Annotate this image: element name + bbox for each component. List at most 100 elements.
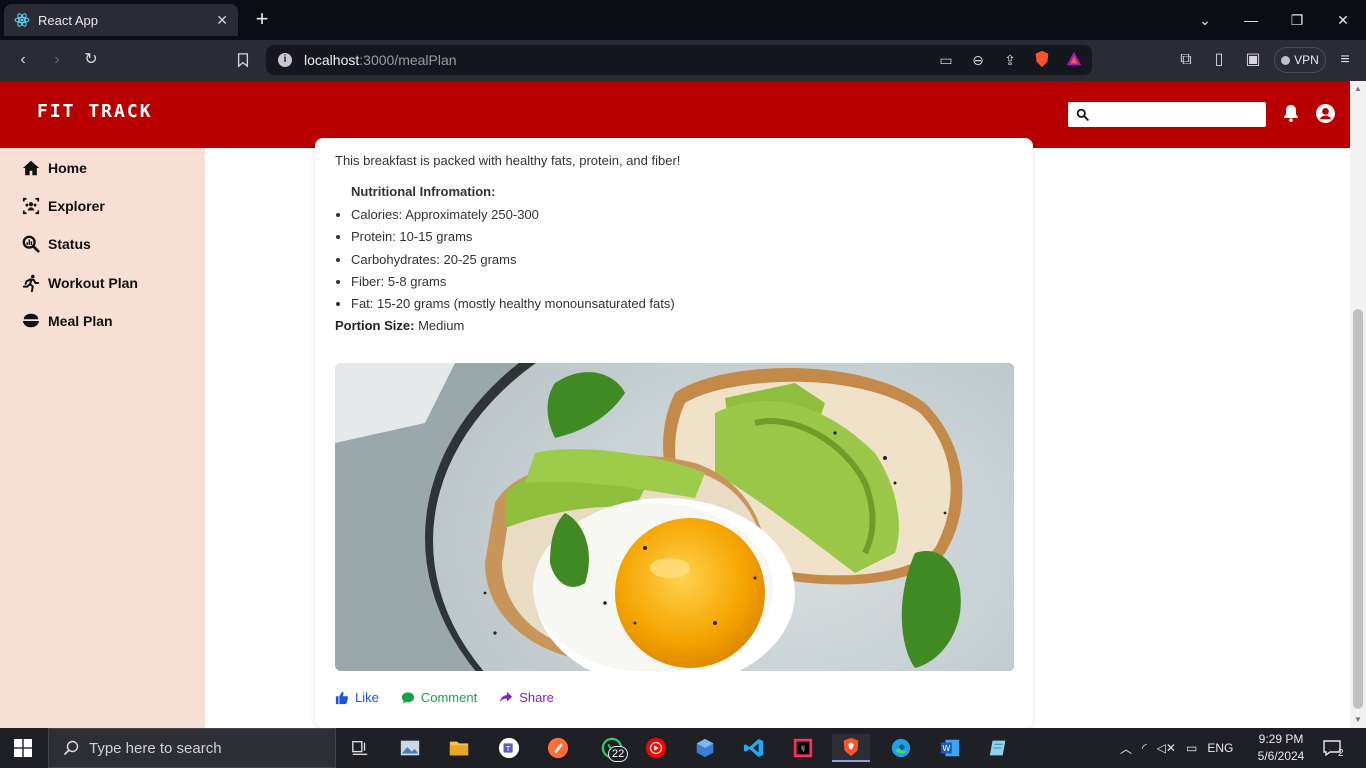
brave-shield-icon[interactable] — [1032, 50, 1052, 70]
browser-toolbar: ‹ › ↻ i localhost:3000/mealPlan ▭ ⊖ ⇪ ⧉ … — [0, 40, 1366, 81]
sidebar-item-home[interactable]: Home — [22, 157, 87, 179]
url-path: :3000/mealPlan — [359, 52, 457, 68]
windows-taskbar: Type here to search T 22 IJ W ︿ ◜ ◁✕ ▭ E… — [0, 728, 1366, 768]
nutrition-item: Fat: 15-20 grams (mostly healthy monouns… — [351, 293, 675, 315]
whatsapp-icon[interactable]: 22 — [592, 734, 632, 762]
forward-button[interactable]: › — [45, 48, 69, 72]
react-logo-icon — [14, 12, 30, 28]
volume-muted-icon[interactable]: ◁✕ — [1157, 741, 1176, 755]
nutrition-item: Fiber: 5-8 grams — [351, 271, 675, 293]
url-host: localhost — [304, 52, 360, 68]
address-bar[interactable]: i localhost:3000/mealPlan ▭ ⊖ ⇪ — [266, 45, 1092, 75]
tab-list-chevron-icon[interactable]: ⌄ — [1193, 8, 1217, 32]
sidebar-item-label: Meal Plan — [48, 313, 113, 329]
bookmark-icon[interactable] — [231, 48, 255, 72]
share-button[interactable]: Share — [499, 690, 554, 705]
word-icon[interactable]: W — [935, 734, 965, 762]
svg-text:T: T — [505, 744, 511, 753]
thumbs-up-icon — [335, 691, 349, 704]
close-tab-icon[interactable]: ✕ — [216, 12, 228, 29]
system-tray: ︿ ◜ ◁✕ ▭ ENG — [1120, 728, 1233, 768]
task-view-icon[interactable] — [345, 734, 375, 762]
user-account-icon[interactable] — [1315, 103, 1337, 125]
sidebar-item-label: Home — [48, 160, 87, 176]
share-icon — [500, 691, 513, 702]
brave-rewards-icon[interactable] — [1064, 50, 1084, 70]
cast-icon[interactable]: ▭ — [936, 50, 956, 70]
nutrition-item: Protein: 10-15 grams — [351, 226, 675, 248]
sidebar: Home Explorer Status Workout Plan Meal P… — [0, 148, 205, 728]
youtube-music-icon[interactable] — [641, 734, 671, 762]
sidebar-item-label: Workout Plan — [48, 275, 138, 291]
intellij-icon[interactable]: IJ — [788, 734, 818, 762]
scroll-down-arrow-icon[interactable]: ▼ — [1353, 715, 1363, 725]
notes-app-icon[interactable] — [984, 734, 1014, 762]
like-button[interactable]: Like — [335, 690, 379, 705]
sidebar-item-label: Status — [48, 236, 91, 252]
comment-button[interactable]: Comment — [401, 690, 477, 705]
sidebar-toggle-icon[interactable]: ▯ — [1207, 48, 1231, 72]
page-scrollbar[interactable]: ▲ ▼ — [1350, 81, 1366, 728]
vpn-button[interactable]: VPN — [1274, 47, 1326, 73]
wallet-icon[interactable]: ▣ — [1241, 48, 1265, 72]
home-icon — [22, 160, 40, 176]
zoom-icon[interactable]: ⊖ — [968, 50, 988, 70]
taskbar-search[interactable]: Type here to search — [48, 728, 336, 768]
teams-icon[interactable]: T — [494, 734, 524, 762]
notifications-icon[interactable]: 2 — [1322, 728, 1344, 768]
back-button[interactable]: ‹ — [11, 48, 35, 72]
nutrition-list: Calories: Approximately 250-300 Protein:… — [351, 204, 675, 315]
site-info-icon[interactable]: i — [278, 53, 292, 67]
virtualbox-icon[interactable] — [690, 734, 720, 762]
scroll-thumb[interactable] — [1353, 309, 1363, 709]
running-icon — [22, 274, 40, 292]
language-indicator[interactable]: ENG — [1207, 741, 1233, 755]
vpn-status-icon — [1281, 55, 1291, 65]
sidebar-item-workout-plan[interactable]: Workout Plan — [22, 272, 138, 294]
show-hidden-icons-chevron-icon[interactable]: ︿ — [1120, 740, 1132, 757]
notification-count: 2 — [1338, 747, 1344, 759]
sidebar-item-meal-plan[interactable]: Meal Plan — [22, 310, 113, 332]
browser-tabbar: React App ✕ + ⌄ — ❐ ✕ — [0, 0, 1366, 40]
share-page-icon[interactable]: ⇪ — [1000, 50, 1020, 70]
scroll-up-arrow-icon[interactable]: ▲ — [1353, 84, 1363, 94]
meal-photo — [335, 363, 1014, 671]
search-input[interactable] — [1089, 102, 1266, 127]
restore-button[interactable]: ❐ — [1285, 8, 1309, 32]
sidebar-item-label: Explorer — [48, 198, 105, 214]
new-tab-button[interactable]: + — [250, 8, 274, 32]
post-actions: Like Comment Share — [335, 690, 554, 705]
main-content: This breakfast is packed with healthy fa… — [205, 138, 1350, 728]
sidebar-item-explorer[interactable]: Explorer — [22, 195, 105, 217]
menu-icon[interactable]: ≡ — [1333, 48, 1357, 72]
portion-label: Portion Size: — [335, 318, 415, 333]
system-clock[interactable]: 9:29 PM 5/6/2024 — [1252, 731, 1310, 765]
svg-text:W: W — [942, 743, 950, 753]
browser-tab[interactable]: React App ✕ — [4, 4, 238, 36]
close-window-button[interactable]: ✕ — [1331, 8, 1355, 32]
users-icon — [22, 197, 40, 215]
bell-icon[interactable] — [1281, 103, 1303, 125]
comment-label: Comment — [420, 690, 478, 705]
nutrition-item: Calories: Approximately 250-300 — [351, 204, 675, 226]
postman-icon[interactable] — [543, 734, 573, 762]
clock-time: 9:29 PM — [1258, 732, 1304, 746]
photos-app-icon[interactable] — [395, 734, 425, 762]
reload-button[interactable]: ↻ — [79, 48, 103, 72]
battery-icon[interactable]: ▭ — [1186, 741, 1197, 755]
search-box[interactable] — [1068, 102, 1266, 127]
svg-text:IJ: IJ — [801, 744, 805, 752]
meal-post-card: This breakfast is packed with healthy fa… — [315, 138, 1033, 728]
portion-value: Medium — [418, 318, 465, 333]
edge-icon[interactable] — [886, 734, 916, 762]
vscode-icon[interactable] — [739, 734, 769, 762]
minimize-button[interactable]: — — [1239, 8, 1263, 32]
search-chart-icon — [22, 235, 40, 253]
brand-logo[interactable]: FIT TRACK — [37, 101, 153, 122]
extensions-icon[interactable]: ⧉ — [1174, 48, 1198, 72]
file-explorer-icon[interactable] — [444, 734, 474, 762]
brave-browser-icon[interactable] — [832, 734, 870, 762]
wifi-icon[interactable]: ◜ — [1142, 741, 1147, 755]
sidebar-item-status[interactable]: Status — [22, 233, 91, 255]
windows-start-icon[interactable] — [14, 739, 32, 757]
